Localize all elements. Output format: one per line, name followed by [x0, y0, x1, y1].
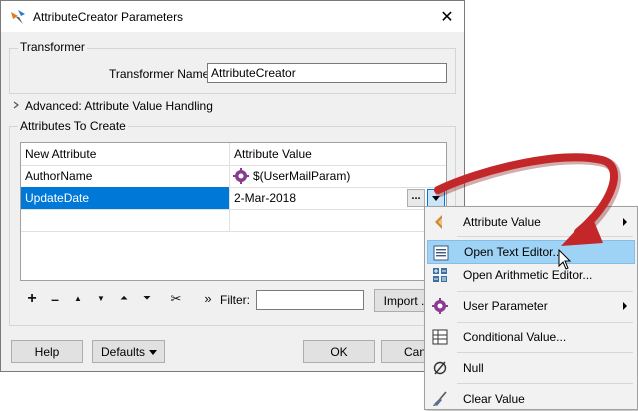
annotation-arrow	[434, 153, 621, 246]
mouse-cursor-icon	[558, 249, 572, 270]
